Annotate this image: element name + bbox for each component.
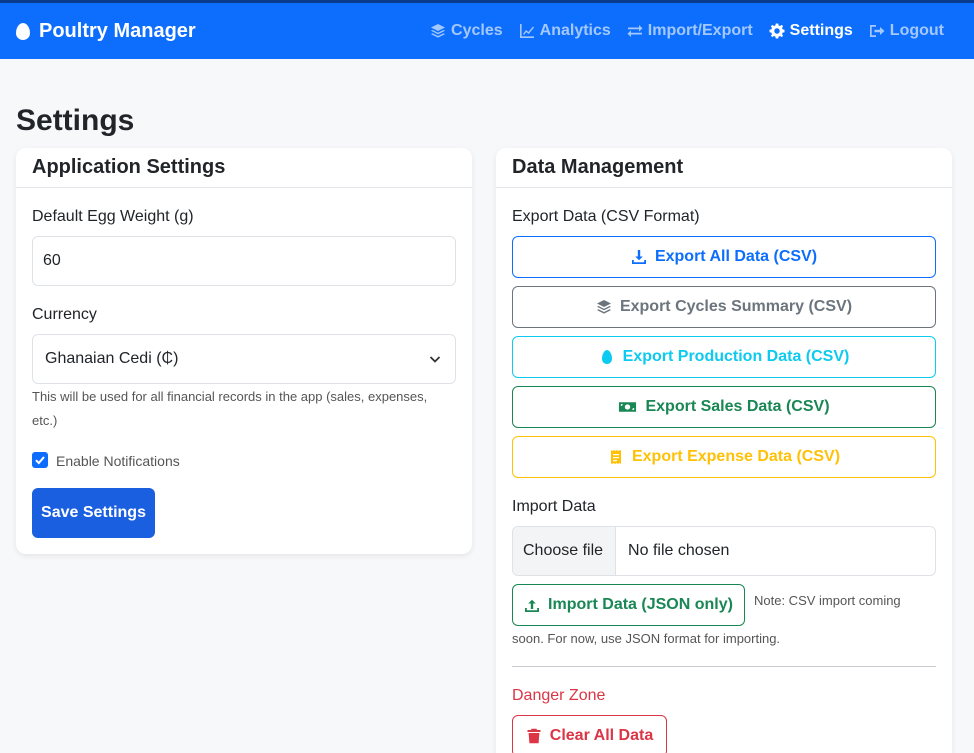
download-icon <box>631 250 646 264</box>
nav-menu: Cycles Analytics Import/Export Settings … <box>430 3 944 59</box>
page-title: Settings <box>16 104 135 137</box>
logout-icon <box>869 25 885 37</box>
file-input[interactable]: Choose file No file chosen <box>512 526 936 576</box>
chevron-down-icon <box>429 356 441 363</box>
import-note-line-2: soon. For now, use JSON format for impor… <box>512 631 781 646</box>
import-data-button[interactable]: Import Data (JSON only) <box>512 584 745 626</box>
save-settings-button[interactable]: Save Settings <box>32 488 155 538</box>
import-note-line-1: Note: CSV import coming <box>754 593 901 608</box>
nav-settings[interactable]: Settings <box>769 22 853 40</box>
clear-all-data-button[interactable]: Clear All Data <box>512 715 667 753</box>
egg-weight-label: Default Egg Weight (g) <box>32 208 194 225</box>
brand-name: Poultry Manager <box>39 19 196 42</box>
nav-import-export[interactable]: Import/Export <box>627 22 753 40</box>
egg-icon <box>601 350 612 364</box>
application-settings-card: Application Settings Default Egg Weight … <box>16 148 472 554</box>
export-production-button[interactable]: Export Production Data (CSV) <box>512 336 936 378</box>
navbar: Poultry Manager Cycles Analytics Import/… <box>0 3 974 59</box>
receipt-icon <box>610 450 621 464</box>
chart-line-icon <box>519 24 534 38</box>
danger-zone-label: Danger Zone <box>512 687 606 704</box>
export-all-label: Export All Data (CSV) <box>654 248 818 265</box>
money-bill-icon <box>619 402 637 412</box>
nav-analytics[interactable]: Analytics <box>519 22 611 40</box>
divider <box>512 666 936 667</box>
export-production-label: Export Production Data (CSV) <box>622 348 850 365</box>
nav-cycles-label: Cycles <box>451 22 503 39</box>
clear-all-data-label: Clear All Data <box>549 727 654 744</box>
brand[interactable]: Poultry Manager <box>16 3 196 59</box>
export-all-button[interactable]: Export All Data (CSV) <box>512 236 936 278</box>
data-management-card: Data Management Export Data (CSV Format)… <box>496 148 952 753</box>
egg-weight-input[interactable]: 60 <box>32 236 456 286</box>
export-expense-button[interactable]: Export Expense Data (CSV) <box>512 436 936 478</box>
nav-logout[interactable]: Logout <box>869 22 944 40</box>
nav-settings-label: Settings <box>789 22 853 39</box>
nav-import-export-label: Import/Export <box>647 22 753 39</box>
nav-cycles[interactable]: Cycles <box>430 22 503 40</box>
export-expense-label: Export Expense Data (CSV) <box>631 448 841 465</box>
notifications-label[interactable]: Enable Notifications <box>56 453 180 469</box>
nav-analytics-label: Analytics <box>539 22 611 39</box>
export-section-label: Export Data (CSV Format) <box>512 208 700 225</box>
layers-icon <box>431 24 446 38</box>
export-sales-label: Export Sales Data (CSV) <box>645 398 830 415</box>
card-title: Application Settings <box>16 148 472 188</box>
gear-icon <box>769 23 785 39</box>
export-cycles-button[interactable]: Export Cycles Summary (CSV) <box>512 286 936 328</box>
checkmark-icon <box>35 456 45 465</box>
export-sales-button[interactable]: Export Sales Data (CSV) <box>512 386 936 428</box>
trash-icon <box>527 728 541 744</box>
import-data-label: Import Data (JSON only) <box>548 596 733 613</box>
notifications-checkbox[interactable] <box>32 452 48 468</box>
nav-logout-label: Logout <box>889 22 944 39</box>
exchange-icon <box>627 25 643 37</box>
choose-file-button[interactable]: Choose file <box>513 527 617 575</box>
currency-select[interactable]: Ghanaian Cedi (₵) <box>32 334 456 384</box>
currency-label: Currency <box>32 306 97 323</box>
currency-selected-value: Ghanaian Cedi (₵) <box>45 350 179 367</box>
upload-icon <box>525 599 540 612</box>
egg-icon <box>16 22 30 40</box>
layers-icon <box>596 300 611 314</box>
card-title: Data Management <box>496 148 952 188</box>
file-status-text: No file chosen <box>628 542 730 559</box>
currency-help-text: This will be used for all financial reco… <box>32 389 428 428</box>
export-cycles-label: Export Cycles Summary (CSV) <box>619 298 853 315</box>
import-section-label: Import Data <box>512 498 596 515</box>
